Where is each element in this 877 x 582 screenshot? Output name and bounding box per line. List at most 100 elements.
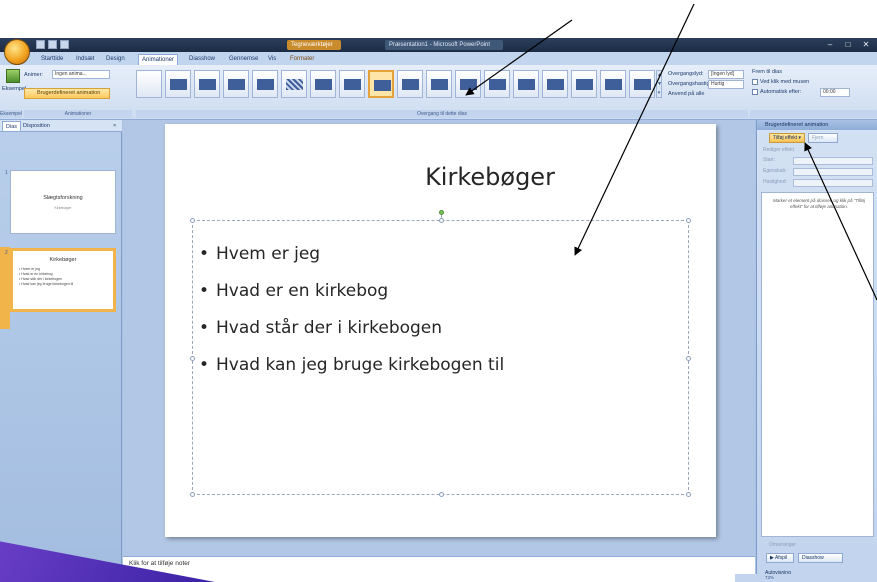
play-button[interactable]: ▶ Afspil — [766, 553, 794, 563]
on-click-checkbox[interactable] — [752, 79, 758, 85]
slides-pane: Dias Disposition × 1 Slægtsforskning Kir… — [0, 120, 122, 582]
slideshow-button[interactable]: Diasshow — [798, 553, 843, 563]
resize-handle[interactable] — [190, 218, 195, 223]
resize-handle[interactable] — [686, 218, 691, 223]
animate-dropdown[interactable]: Ingen anima... — [52, 70, 110, 79]
speed-dropdown[interactable] — [793, 179, 873, 187]
reorder-control[interactable]: Omarranger — [769, 542, 796, 548]
add-effect-button[interactable]: Tilføj effekt ▾ — [769, 133, 805, 143]
redo-icon[interactable] — [60, 40, 69, 49]
tab-view[interactable]: Vis — [265, 54, 279, 65]
bullet-item[interactable]: Hvad står der i kirkebogen — [199, 317, 504, 354]
gallery-scroll[interactable]: ▲ ▼ ▾ — [656, 70, 662, 98]
bullet-item[interactable]: Hvem er jeg — [199, 243, 504, 280]
transition-thumb[interactable] — [397, 70, 423, 98]
apply-all-button[interactable]: Anvend på alle — [668, 90, 704, 98]
tab-starttide[interactable]: Starttide — [38, 54, 66, 65]
ribbon-tabs: Starttide Indsæt Design Animationer Dias… — [0, 52, 877, 65]
transition-none-thumb[interactable] — [136, 70, 162, 98]
transition-thumb-selected[interactable] — [368, 70, 394, 98]
transition-sound-dropdown[interactable]: [Ingen lyd] — [708, 70, 744, 79]
thumb-title: Kirkebøger — [49, 257, 77, 263]
transition-thumb[interactable] — [484, 70, 510, 98]
transition-thumb[interactable] — [513, 70, 539, 98]
preview-icon[interactable] — [6, 69, 20, 83]
selection-marker — [0, 247, 10, 329]
tab-review[interactable]: Gennemse — [226, 54, 261, 65]
on-click-label: Ved klik med musen — [760, 79, 810, 85]
transition-thumb[interactable] — [542, 70, 568, 98]
animation-list[interactable]: Marker et element på diasset, og klik på… — [761, 192, 874, 537]
slide-canvas[interactable]: Kirkebøger Hvem er jeg Hvad er en kirkeb… — [165, 124, 716, 537]
transition-group-label: Overgang til dette dias — [136, 110, 748, 118]
transition-thumb[interactable] — [310, 70, 336, 98]
tab-outline[interactable]: Disposition — [20, 121, 53, 131]
tab-slides[interactable]: Dias — [2, 121, 22, 131]
resize-handle[interactable] — [439, 492, 444, 497]
slide-editor: Kirkebøger Hvem er jeg Hvad er en kirkeb… — [123, 120, 755, 556]
office-button[interactable] — [4, 39, 30, 65]
start-dropdown[interactable] — [793, 157, 873, 165]
preview-group-label: Eksempel — [0, 110, 22, 118]
transition-thumb[interactable] — [600, 70, 626, 98]
transition-thumb[interactable] — [223, 70, 249, 98]
notes-placeholder: Klik for at tilføje noter — [129, 560, 191, 567]
custom-animation-button[interactable]: Brugerdefineret animation — [24, 88, 110, 99]
transition-speed-dropdown[interactable]: Hurtig — [708, 80, 744, 89]
bullet-item[interactable]: Hvad kan jeg bruge kirkebogen til — [199, 354, 504, 391]
property-dropdown[interactable] — [793, 168, 873, 176]
slide-title[interactable]: Kirkebøger — [365, 163, 615, 191]
tab-design[interactable]: Design — [103, 54, 128, 65]
slide-thumbnail-1[interactable]: Slægtsforskning Kirkebøger — [10, 170, 116, 234]
resize-handle[interactable] — [190, 356, 195, 361]
remove-effect-button[interactable]: Fjern — [808, 133, 838, 143]
thumb-bullet: • Hvem er jeg — [19, 267, 41, 271]
tab-slideshow[interactable]: Diasshow — [186, 54, 218, 65]
auto-after-input[interactable]: 00:00 — [820, 88, 850, 97]
close-button[interactable]: ✕ — [858, 39, 874, 50]
auto-after-checkbox[interactable] — [752, 89, 758, 95]
slide-number: 1 — [5, 170, 8, 176]
transition-thumb[interactable] — [571, 70, 597, 98]
custom-animation-label: Brugerdefineret animation — [37, 90, 101, 96]
transition-thumb[interactable] — [339, 70, 365, 98]
powerpoint-window: Tegneværktøjer Præsentation1 - Microsoft… — [0, 38, 877, 582]
status-bar: 73% — [735, 574, 877, 582]
minimize-button[interactable]: – — [822, 39, 838, 50]
notes-pane[interactable]: Klik for at tilføje noter — [123, 556, 755, 582]
bullet-list: Hvem er jeg Hvad er en kirkebog Hvad stå… — [199, 243, 504, 391]
property-label: Egenskab: — [763, 168, 787, 174]
transition-thumb[interactable] — [194, 70, 220, 98]
change-effect-label: Rediger effekt — [763, 147, 795, 153]
animate-label: Animer: — [24, 72, 43, 78]
thumb-bullet: • Hvad kan jeg bruge kirkebogen til — [19, 282, 74, 286]
maximize-button[interactable]: □ — [840, 39, 856, 50]
transition-thumb[interactable] — [426, 70, 452, 98]
transition-thumb[interactable] — [252, 70, 278, 98]
thumb-subtitle: Kirkebøger — [54, 206, 72, 210]
close-pane-button[interactable]: × — [110, 121, 119, 131]
contextual-tools-title: Tegneværktøjer — [287, 40, 341, 50]
resize-handle[interactable] — [190, 492, 195, 497]
tab-format[interactable]: Formater — [287, 54, 317, 65]
tab-animations[interactable]: Animationer — [138, 54, 179, 65]
transition-thumb[interactable] — [165, 70, 191, 98]
undo-icon[interactable] — [48, 40, 57, 49]
custom-animation-pane: Brugerdefineret animation Tilføj effekt … — [756, 120, 877, 582]
slide-thumbnail-2[interactable]: Kirkebøger • Hvem er jeg • Hvad er en ki… — [10, 248, 116, 312]
rotation-handle[interactable] — [439, 210, 444, 215]
bullet-item[interactable]: Hvad er en kirkebog — [199, 280, 504, 317]
zoom-level[interactable]: 73% — [765, 575, 774, 580]
preview-button[interactable]: Eksempel — [2, 85, 26, 93]
transition-thumb[interactable] — [281, 70, 307, 98]
resize-handle[interactable] — [686, 356, 691, 361]
task-pane-title: Brugerdefineret animation — [757, 120, 877, 130]
resize-handle[interactable] — [439, 218, 444, 223]
transition-thumb[interactable] — [455, 70, 481, 98]
start-label: Start: — [763, 157, 775, 163]
slide-number: 2 — [5, 250, 8, 256]
save-icon[interactable] — [36, 40, 45, 49]
transition-thumb[interactable] — [629, 70, 655, 98]
resize-handle[interactable] — [686, 492, 691, 497]
tab-insert[interactable]: Indsæt — [73, 54, 97, 65]
